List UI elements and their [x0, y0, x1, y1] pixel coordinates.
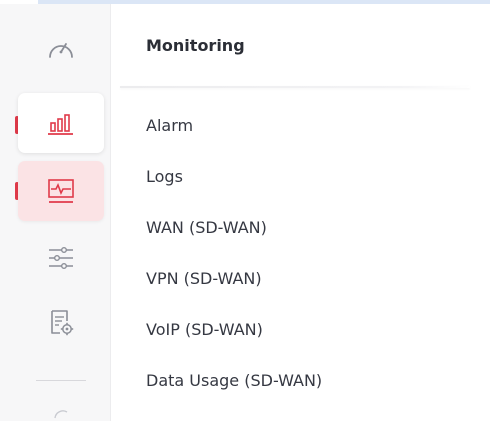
rail-item-settings[interactable]	[18, 235, 104, 285]
menu-item-alarm[interactable]: Alarm	[146, 116, 193, 135]
rail-divider	[36, 380, 86, 381]
document-gear-icon	[46, 308, 76, 343]
panel-title: Monitoring	[146, 36, 245, 55]
rail-border	[110, 4, 111, 421]
monitor-pulse-icon	[46, 177, 76, 205]
submenu-panel: Monitoring Alarm Logs WAN (SD-WAN) VPN (…	[120, 4, 490, 421]
icon-rail	[0, 4, 110, 421]
panel-title-divider	[120, 86, 470, 88]
rail-item-reports[interactable]	[18, 93, 104, 153]
rail-item-dashboard[interactable]	[18, 26, 104, 76]
rail-item-configuration[interactable]	[18, 300, 104, 350]
bar-chart-icon	[47, 110, 75, 136]
screen: Monitoring Alarm Logs WAN (SD-WAN) VPN (…	[0, 0, 490, 421]
menu-item-wan[interactable]: WAN (SD-WAN)	[146, 218, 267, 237]
rail-item-monitoring[interactable]	[18, 161, 104, 221]
menu-item-voip[interactable]: VoIP (SD-WAN)	[146, 320, 263, 339]
rail-item-more[interactable]	[18, 400, 104, 421]
truncated-icon	[49, 400, 73, 421]
menu-item-vpn[interactable]: VPN (SD-WAN)	[146, 269, 262, 288]
menu-item-data-usage[interactable]: Data Usage (SD-WAN)	[146, 371, 322, 390]
menu-item-logs[interactable]: Logs	[146, 167, 183, 186]
sliders-icon	[46, 244, 76, 277]
dashboard-gauge-icon	[45, 35, 77, 68]
